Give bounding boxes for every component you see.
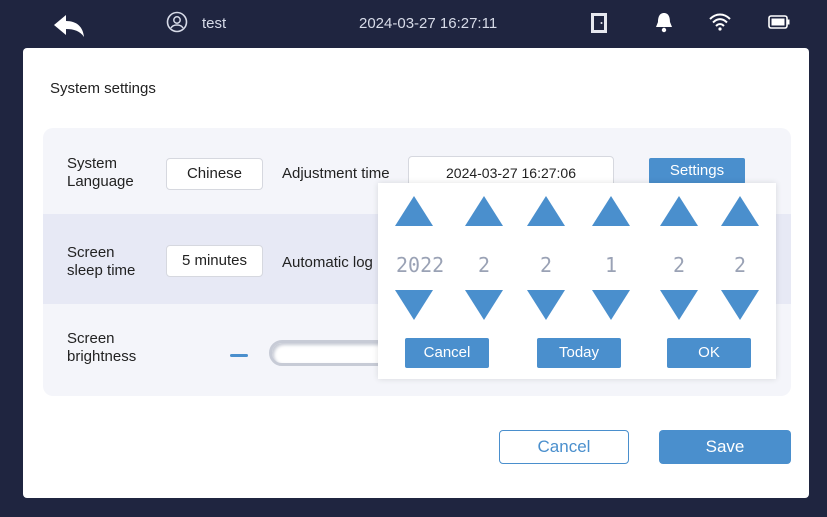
- settings-button[interactable]: Settings: [649, 158, 745, 184]
- door-icon[interactable]: [590, 12, 608, 34]
- picker-year: 2022: [396, 253, 445, 277]
- decrement-month-icon[interactable]: [465, 290, 503, 320]
- decrement-minute-icon[interactable]: [660, 290, 698, 320]
- increment-second-icon[interactable]: [721, 196, 759, 226]
- clock: 2024-03-27 16:27:11: [359, 15, 498, 32]
- increment-day-icon[interactable]: [527, 196, 565, 226]
- sleep-time-select[interactable]: 5 minutes: [166, 245, 263, 277]
- language-select[interactable]: Chinese: [166, 158, 263, 190]
- picker-hour: 1: [604, 253, 618, 277]
- picker-month: 2: [477, 253, 491, 277]
- language-label: System Language: [67, 155, 134, 190]
- automatic-logout-label: Automatic log: [282, 254, 373, 271]
- picker-cancel-button[interactable]: Cancel: [405, 338, 489, 368]
- increment-month-icon[interactable]: [465, 196, 503, 226]
- increment-minute-icon[interactable]: [660, 196, 698, 226]
- picker-minute: 2: [672, 253, 686, 277]
- picker-day: 2: [539, 253, 553, 277]
- decrement-year-icon[interactable]: [395, 290, 433, 320]
- back-arrow-icon[interactable]: [52, 12, 86, 38]
- datetime-picker: 2022 2 2 1 2 2 Cancel Today OK: [378, 183, 776, 379]
- status-bar: test 2024-03-27 16:27:11: [0, 0, 827, 48]
- battery-icon: [768, 15, 790, 29]
- page-title: System settings: [50, 80, 156, 97]
- user-icon: [166, 11, 188, 33]
- sleep-time-label: Screen sleep time: [67, 244, 136, 279]
- save-button[interactable]: Save: [659, 430, 791, 464]
- brightness-label: Screen brightness: [67, 330, 137, 365]
- decrement-hour-icon[interactable]: [592, 290, 630, 320]
- settings-panel: System settings System Language Chinese …: [23, 48, 809, 498]
- adjustment-time-label: Adjustment time: [282, 165, 390, 182]
- wifi-icon[interactable]: [708, 12, 732, 32]
- increment-hour-icon[interactable]: [592, 196, 630, 226]
- picker-ok-button[interactable]: OK: [667, 338, 751, 368]
- cancel-button[interactable]: Cancel: [499, 430, 629, 464]
- increment-year-icon[interactable]: [395, 196, 433, 226]
- picker-today-button[interactable]: Today: [537, 338, 621, 368]
- brightness-minus-icon[interactable]: [230, 354, 248, 357]
- bell-icon[interactable]: [654, 11, 674, 33]
- user-name: test: [202, 15, 227, 32]
- picker-second: 2: [733, 253, 747, 277]
- decrement-day-icon[interactable]: [527, 290, 565, 320]
- decrement-second-icon[interactable]: [721, 290, 759, 320]
